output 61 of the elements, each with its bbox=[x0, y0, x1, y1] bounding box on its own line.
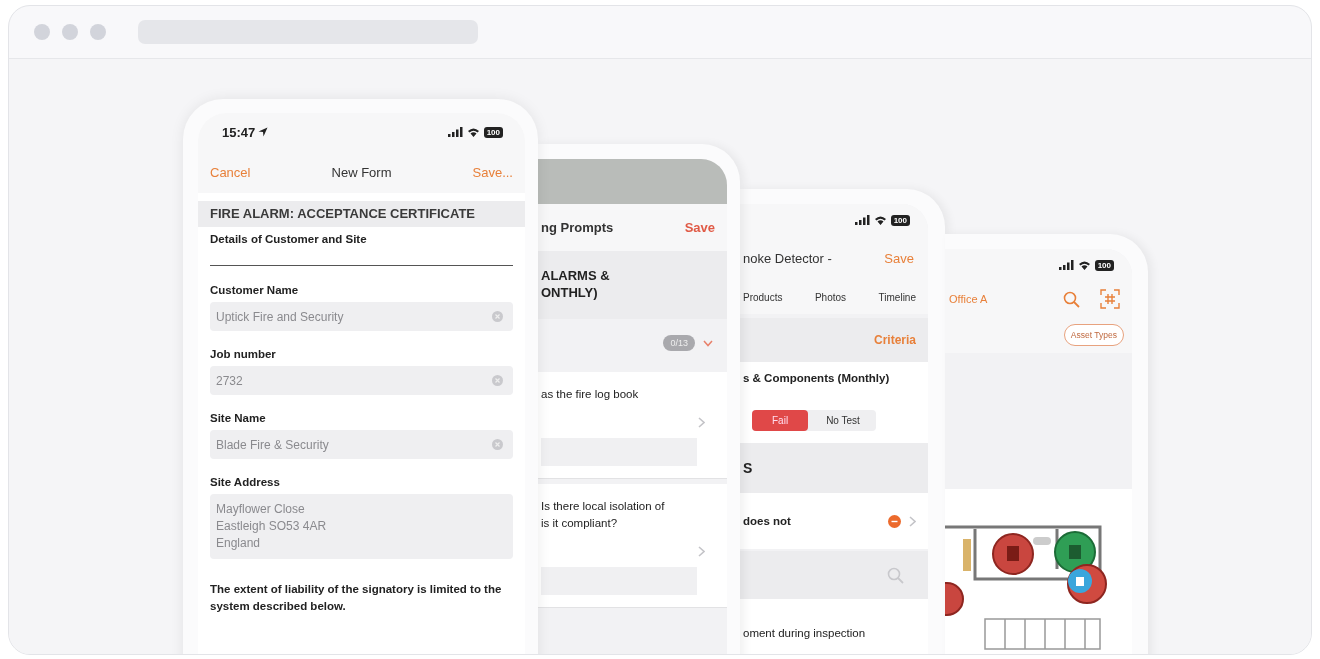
window-dot-icon bbox=[90, 24, 106, 40]
section-heading: ONTHLY) bbox=[541, 284, 599, 301]
clear-icon bbox=[492, 439, 503, 450]
screen-title: ng Prompts bbox=[541, 220, 614, 235]
location-arrow-icon bbox=[258, 127, 269, 137]
field-label: Site Address bbox=[210, 476, 281, 488]
screen-title: noke Detector - bbox=[743, 250, 832, 266]
question-text: as the fire log book bbox=[541, 387, 640, 402]
signal-icon bbox=[1058, 260, 1074, 270]
section-heading: S bbox=[740, 443, 928, 493]
battery-level: 100 bbox=[890, 214, 910, 226]
section-header: FIRE ALARM: ACCEPTANCE CERTIFICATE bbox=[198, 201, 525, 227]
disclaimer-text: The extent of liability of the signatory is limited to the system described below. bbox=[210, 582, 503, 614]
clear-icon bbox=[492, 311, 503, 322]
window-dot-icon bbox=[34, 24, 50, 40]
section-subtitle: Details of Customer and Site bbox=[210, 233, 368, 245]
save-link[interactable]: Save bbox=[684, 220, 715, 235]
segment-option[interactable]: No Test bbox=[810, 410, 876, 431]
chevron-down-icon bbox=[703, 339, 713, 347]
progress-badge: 0/13 bbox=[663, 335, 695, 351]
section-heading: ALARMS & bbox=[541, 267, 611, 284]
clock-time: 15:47 bbox=[222, 124, 256, 140]
cancel-link[interactable]: Cancel bbox=[210, 164, 251, 180]
field-label: Customer Name bbox=[210, 284, 300, 296]
chevron-right-icon bbox=[909, 515, 916, 527]
signal-icon bbox=[854, 215, 870, 225]
tab[interactable]: Photos bbox=[814, 291, 847, 303]
text-field[interactable]: Blade Fire & Security bbox=[210, 430, 513, 459]
description-text: oment during inspection bbox=[743, 627, 867, 639]
battery-level: 100 bbox=[1094, 259, 1114, 271]
checklist-title: s & Components (Monthly) bbox=[743, 372, 891, 384]
text-field[interactable]: Uptick Fire and Security bbox=[210, 302, 513, 331]
battery-level: 100 bbox=[483, 126, 503, 138]
chevron-right-icon bbox=[698, 417, 705, 428]
question-text: is it compliant? bbox=[541, 516, 619, 531]
location-link[interactable]: Office A bbox=[949, 293, 988, 305]
wifi-icon bbox=[1077, 260, 1091, 270]
asset-types-button[interactable]: Asset Types bbox=[1063, 324, 1124, 346]
segment-option[interactable]: Fail bbox=[752, 410, 809, 431]
text-field[interactable]: 2732 bbox=[210, 366, 513, 395]
question-text: Is there local isolation of bbox=[541, 499, 666, 514]
save-link[interactable]: Save bbox=[884, 250, 914, 266]
wifi-icon bbox=[466, 127, 480, 137]
search-icon bbox=[887, 566, 904, 584]
field-label: Job number bbox=[210, 348, 277, 360]
wifi-icon bbox=[873, 215, 887, 225]
window-dot-icon bbox=[62, 24, 78, 40]
criteria-link[interactable]: Criteria bbox=[873, 333, 916, 347]
field-label: Site Name bbox=[210, 412, 267, 424]
issue-text: does not bbox=[743, 515, 791, 527]
search-icon bbox=[1063, 290, 1080, 308]
chevron-right-icon bbox=[698, 546, 705, 557]
signal-icon bbox=[447, 127, 463, 137]
tab[interactable]: Timeline bbox=[878, 291, 916, 303]
tab[interactable]: Products bbox=[743, 291, 783, 303]
scan-grid-icon bbox=[1100, 289, 1120, 309]
screen-title: New Form bbox=[331, 164, 392, 180]
minus-badge-icon bbox=[888, 514, 901, 528]
address-field[interactable]: Mayflower Close Eastleigh SO53 4AR England bbox=[210, 494, 513, 559]
clear-icon bbox=[492, 375, 503, 386]
save-link[interactable]: Save... bbox=[472, 164, 513, 180]
